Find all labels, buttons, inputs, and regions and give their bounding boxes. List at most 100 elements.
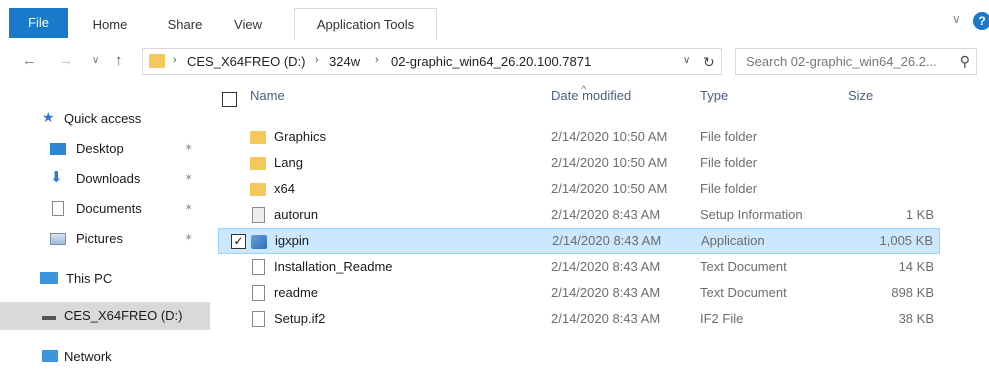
file-row[interactable]: readme 2/14/2020 8:43 AM Text Document 8… bbox=[218, 280, 940, 306]
file-name: Installation_Readme bbox=[274, 259, 393, 274]
column-header-type[interactable]: Type bbox=[700, 88, 728, 118]
pin-icon[interactable]: ✶ bbox=[184, 171, 193, 184]
address-row: ← → ∨ ↑ › CES_X64FREO (D:) › 324w › 02-g… bbox=[0, 44, 989, 80]
file-type: Setup Information bbox=[700, 207, 803, 222]
nav-item-network[interactable]: Network bbox=[0, 344, 210, 370]
address-bar[interactable]: › CES_X64FREO (D:) › 324w › 02-graphic_w… bbox=[142, 48, 722, 75]
file-row[interactable]: Setup.if2 2/14/2020 8:43 AM IF2 File 38 … bbox=[218, 306, 940, 332]
refresh-icon[interactable]: ↻ bbox=[703, 54, 715, 71]
file-name: x64 bbox=[274, 181, 295, 196]
search-input[interactable]: Search 02-graphic_win64_26.2... ⚲ bbox=[735, 48, 977, 75]
file-size: 1 KB bbox=[905, 207, 934, 222]
breadcrumb-current-folder[interactable]: 02-graphic_win64_26.20.100.7871 bbox=[391, 54, 591, 69]
folder-icon bbox=[250, 157, 266, 170]
breadcrumb-separator[interactable]: › bbox=[375, 54, 379, 66]
nav-item-drive[interactable]: CES_X64FREO (D:) bbox=[0, 302, 210, 330]
nav-item-label: Desktop bbox=[76, 141, 124, 156]
file-type: File folder bbox=[700, 129, 758, 144]
file-size: 14 KB bbox=[898, 259, 934, 274]
breadcrumb-drive[interactable]: CES_X64FREO (D:) bbox=[187, 54, 305, 69]
breadcrumb-separator[interactable]: › bbox=[173, 54, 177, 66]
file-size: 38 KB bbox=[898, 311, 934, 326]
tab-file[interactable]: File bbox=[9, 8, 68, 38]
setup-info-icon bbox=[252, 207, 265, 223]
column-header-name[interactable]: Name bbox=[250, 88, 285, 118]
nav-item-documents[interactable]: Documents ✶ bbox=[0, 196, 210, 222]
computer-icon bbox=[40, 272, 58, 284]
file-type: Application bbox=[701, 233, 765, 248]
pin-icon[interactable]: ✶ bbox=[184, 141, 193, 154]
nav-item-downloads[interactable]: ⬇ Downloads ✶ bbox=[0, 166, 210, 192]
nav-item-label: Documents bbox=[76, 201, 142, 216]
ribbon-expand-chevron-icon[interactable]: ∨ bbox=[952, 12, 961, 26]
file-row[interactable]: Installation_Readme 2/14/2020 8:43 AM Te… bbox=[218, 254, 940, 280]
file-row-selected[interactable]: ✓ igxpin 2/14/2020 8:43 AM Application 1… bbox=[218, 228, 940, 254]
documents-icon bbox=[52, 201, 64, 216]
nav-item-quick-access[interactable]: ★ Quick access bbox=[0, 106, 210, 132]
file-row[interactable]: Graphics 2/14/2020 10:50 AM File folder bbox=[218, 124, 940, 150]
file-row[interactable]: x64 2/14/2020 10:50 AM File folder bbox=[218, 176, 940, 202]
tab-view[interactable]: View bbox=[224, 10, 272, 40]
file-row[interactable]: autorun 2/14/2020 8:43 AM Setup Informat… bbox=[218, 202, 940, 228]
breadcrumb-324w[interactable]: 324w bbox=[329, 54, 360, 69]
up-arrow-icon[interactable]: ↑ bbox=[115, 52, 123, 69]
text-document-icon bbox=[252, 285, 265, 301]
nav-item-label: CES_X64FREO (D:) bbox=[64, 308, 183, 323]
nav-item-label: Downloads bbox=[76, 171, 141, 186]
file-name: autorun bbox=[274, 207, 319, 222]
file-name: readme bbox=[274, 285, 319, 300]
navigation-pane: ★ Quick access Desktop ✶ ⬇ Downloads ✶ D… bbox=[0, 86, 210, 390]
help-icon[interactable]: ? bbox=[973, 12, 989, 30]
file-date: 2/14/2020 8:43 AM bbox=[552, 233, 662, 248]
tab-application-tools[interactable]: Application Tools bbox=[294, 8, 437, 40]
file-type: File folder bbox=[700, 181, 758, 196]
select-all-checkbox[interactable] bbox=[222, 92, 237, 107]
drive-icon bbox=[42, 316, 56, 320]
file-name: Graphics bbox=[274, 129, 327, 144]
file-size: 1,005 KB bbox=[879, 233, 934, 248]
row-checkbox[interactable]: ✓ bbox=[231, 234, 246, 249]
file-type: File folder bbox=[700, 155, 758, 170]
text-document-icon bbox=[252, 311, 265, 327]
file-type: Text Document bbox=[700, 285, 787, 300]
file-name: Setup.if2 bbox=[274, 311, 326, 326]
search-placeholder: Search 02-graphic_win64_26.2... bbox=[746, 54, 937, 69]
pictures-icon bbox=[50, 233, 66, 245]
desktop-icon bbox=[50, 143, 66, 155]
ribbon: File Home Share View Application Tools ∨… bbox=[0, 0, 989, 40]
nav-item-desktop[interactable]: Desktop ✶ bbox=[0, 136, 210, 162]
nav-item-label: This PC bbox=[66, 271, 113, 286]
breadcrumb-separator[interactable]: › bbox=[315, 54, 319, 66]
file-name: Lang bbox=[274, 155, 303, 170]
folder-icon bbox=[250, 183, 266, 196]
tab-home[interactable]: Home bbox=[82, 10, 138, 40]
file-date: 2/14/2020 10:50 AM bbox=[551, 181, 668, 196]
address-dropdown-chevron-icon[interactable]: ∨ bbox=[683, 55, 690, 66]
tab-share[interactable]: Share bbox=[160, 10, 210, 40]
column-header-date-modified[interactable]: Date modified bbox=[551, 88, 631, 118]
nav-item-pictures[interactable]: Pictures ✶ bbox=[0, 226, 210, 252]
pin-icon[interactable]: ✶ bbox=[184, 231, 193, 244]
recent-locations-chevron-icon[interactable]: ∨ bbox=[92, 55, 99, 66]
star-icon: ★ bbox=[42, 109, 55, 125]
file-name: igxpin bbox=[275, 233, 309, 248]
pin-icon[interactable]: ✶ bbox=[184, 201, 193, 214]
file-row[interactable]: Lang 2/14/2020 10:50 AM File folder bbox=[218, 150, 940, 176]
nav-item-label: Network bbox=[64, 349, 112, 364]
forward-arrow-icon[interactable]: → bbox=[58, 52, 73, 69]
network-icon bbox=[42, 350, 58, 362]
application-icon bbox=[251, 235, 267, 249]
search-icon[interactable]: ⚲ bbox=[960, 53, 970, 70]
column-header-size[interactable]: Size bbox=[848, 88, 873, 118]
file-type: Text Document bbox=[700, 259, 787, 274]
file-date: 2/14/2020 8:43 AM bbox=[551, 285, 661, 300]
nav-item-label: Pictures bbox=[76, 231, 123, 246]
nav-item-label: Quick access bbox=[64, 111, 142, 126]
file-date: 2/14/2020 10:50 AM bbox=[551, 155, 668, 170]
nav-item-this-pc[interactable]: This PC bbox=[0, 266, 210, 292]
file-date: 2/14/2020 8:43 AM bbox=[551, 207, 661, 222]
back-arrow-icon[interactable]: ← bbox=[22, 52, 37, 69]
file-type: IF2 File bbox=[700, 311, 744, 326]
file-size: 898 KB bbox=[891, 285, 934, 300]
folder-icon bbox=[250, 131, 266, 144]
